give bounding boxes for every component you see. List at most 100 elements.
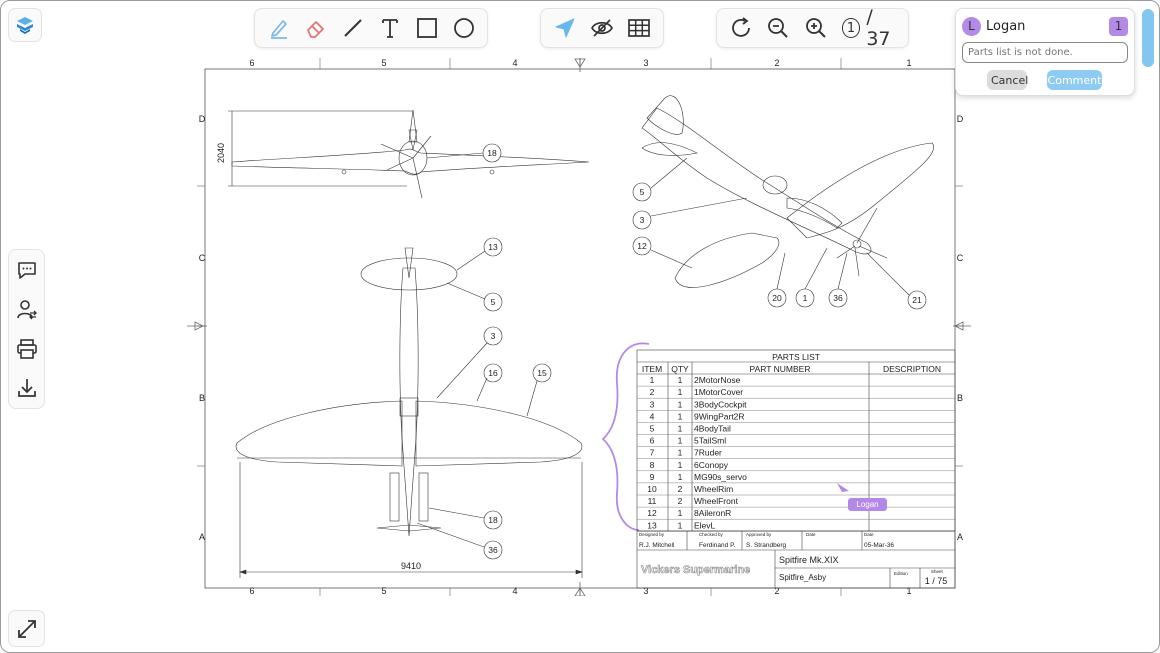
table-cell: 1: [678, 520, 683, 530]
svg-text:18: 18: [488, 515, 498, 525]
svg-text:05-Mar-36: 05-Mar-36: [864, 542, 894, 549]
zoom-in-icon[interactable]: [800, 11, 832, 45]
scrollbar[interactable]: [1142, 9, 1154, 67]
nav-toolbar: 1 / 37: [716, 6, 909, 50]
svg-text:Checked by: Checked by: [699, 532, 724, 537]
row-label: B: [199, 393, 205, 403]
parts-list-title: PARTS LIST: [772, 352, 820, 362]
table-cell: 1: [678, 436, 683, 446]
current-page[interactable]: 1: [841, 18, 861, 38]
comment-count-badge: 1: [1109, 16, 1128, 36]
page-indicator[interactable]: 1 / 37: [838, 6, 900, 50]
row-label: C: [957, 253, 964, 263]
table-cell: 1: [678, 424, 683, 434]
comment-popover: L Logan 1 Cancel Comment: [955, 8, 1135, 96]
app-window: 1 / 37 6 5 4 3 2 1 6 5 4 3 2 1 D C B A D…: [0, 0, 1160, 653]
svg-text:5: 5: [640, 187, 645, 197]
svg-text:12: 12: [637, 241, 647, 251]
parts-list-table: [636, 349, 956, 532]
drawing-title: Spitfire Mk.XIX: [779, 555, 839, 565]
pointer-icon[interactable]: [549, 11, 580, 45]
comment-button[interactable]: Comment: [1047, 70, 1102, 90]
row-label: C: [199, 253, 206, 263]
circle-icon[interactable]: [448, 11, 479, 45]
col-label: 1: [906, 586, 911, 596]
iso-view: [641, 95, 934, 288]
user-switch-icon[interactable]: [11, 293, 43, 326]
table-cell: 1MotorCover: [694, 387, 743, 397]
line-icon[interactable]: [337, 11, 368, 45]
col-label: 5: [381, 586, 386, 596]
svg-text:Edition: Edition: [894, 571, 908, 576]
table-cell: MG90s_servo: [694, 472, 747, 482]
parts-list-header: PARTS LIST ITEM QTY PART NUMBER DESCRIPT…: [642, 352, 941, 374]
parts-list-grid: [637, 385, 955, 532]
row-label: D: [957, 114, 964, 124]
pen-icon[interactable]: [263, 11, 294, 45]
svg-text:36: 36: [833, 293, 843, 303]
svg-text:16: 16: [488, 368, 498, 378]
svg-text:ITEM: ITEM: [642, 364, 662, 374]
svg-text:QTY: QTY: [671, 364, 689, 374]
table-cell: 1: [678, 472, 683, 482]
text-icon[interactable]: [374, 11, 405, 45]
front-view: [228, 109, 590, 199]
table-cell: 8: [650, 460, 655, 470]
download-icon[interactable]: [11, 371, 43, 404]
table-cell: 5: [650, 424, 655, 434]
table-cell: 6: [650, 436, 655, 446]
table-cell: 1: [678, 460, 683, 470]
app-logo-icon[interactable]: [8, 8, 42, 42]
svg-text:Approved by: Approved by: [746, 532, 772, 537]
comment-input[interactable]: [962, 42, 1128, 63]
table-cell: 2: [678, 496, 683, 506]
col-label: 1: [906, 58, 911, 68]
annotation-author-tag[interactable]: Logan: [848, 498, 887, 511]
svg-text:1: 1: [803, 293, 808, 303]
table-cell: 4: [650, 411, 655, 421]
grid-icon[interactable]: [624, 11, 655, 45]
table-cell: 9: [650, 472, 655, 482]
row-label: A: [957, 532, 963, 542]
print-icon[interactable]: [11, 332, 43, 365]
view-toolbar: [540, 8, 664, 48]
comments-icon[interactable]: [11, 254, 43, 287]
rectangle-icon[interactable]: [411, 11, 442, 45]
table-cell: 12: [647, 508, 657, 518]
row-label: B: [957, 393, 963, 403]
avatar: L: [962, 16, 981, 36]
table-cell: WheelRim: [694, 484, 733, 494]
col-label: 6: [249, 586, 254, 596]
table-cell: 6Conopy: [694, 460, 729, 470]
refresh-icon[interactable]: [725, 11, 757, 45]
dimension-height: 2040: [216, 143, 226, 163]
table-cell: 3: [650, 399, 655, 409]
cancel-button[interactable]: Cancel: [987, 70, 1028, 90]
table-cell: 11: [648, 496, 657, 506]
svg-text:3: 3: [491, 331, 496, 341]
drawing-sheet[interactable]: 6 5 4 3 2 1 6 5 4 3 2 1 D C B A D C B A: [187, 58, 971, 596]
zoom-out-icon[interactable]: [763, 11, 795, 45]
dimension-width: 9410: [401, 561, 421, 571]
svg-text:PART NUMBER: PART NUMBER: [750, 364, 811, 374]
table-cell: 1: [678, 387, 683, 397]
table-cell: 1: [678, 411, 683, 421]
row-label: D: [199, 114, 206, 124]
table-cell: 4BodyTail: [694, 424, 731, 434]
table-cell: 1: [678, 508, 683, 518]
table-cell: 1: [678, 399, 683, 409]
svg-text:Ferdinand P.: Ferdinand P.: [699, 542, 736, 549]
table-cell: 1: [678, 448, 683, 458]
table-cell: 13: [647, 520, 657, 530]
col-label: 3: [643, 58, 648, 68]
col-label: 4: [512, 586, 517, 596]
hide-icon[interactable]: [586, 11, 617, 45]
eraser-icon[interactable]: [300, 11, 331, 45]
fullscreen-icon[interactable]: [8, 610, 45, 647]
table-cell: 7Ruder: [694, 448, 722, 458]
svg-text:3: 3: [640, 215, 645, 225]
company-name: Vickers Supermarine: [641, 564, 750, 576]
callout-balloons: [416, 143, 927, 560]
svg-text:R.J. Mitchell: R.J. Mitchell: [639, 542, 675, 549]
col-label: 2: [774, 58, 779, 68]
